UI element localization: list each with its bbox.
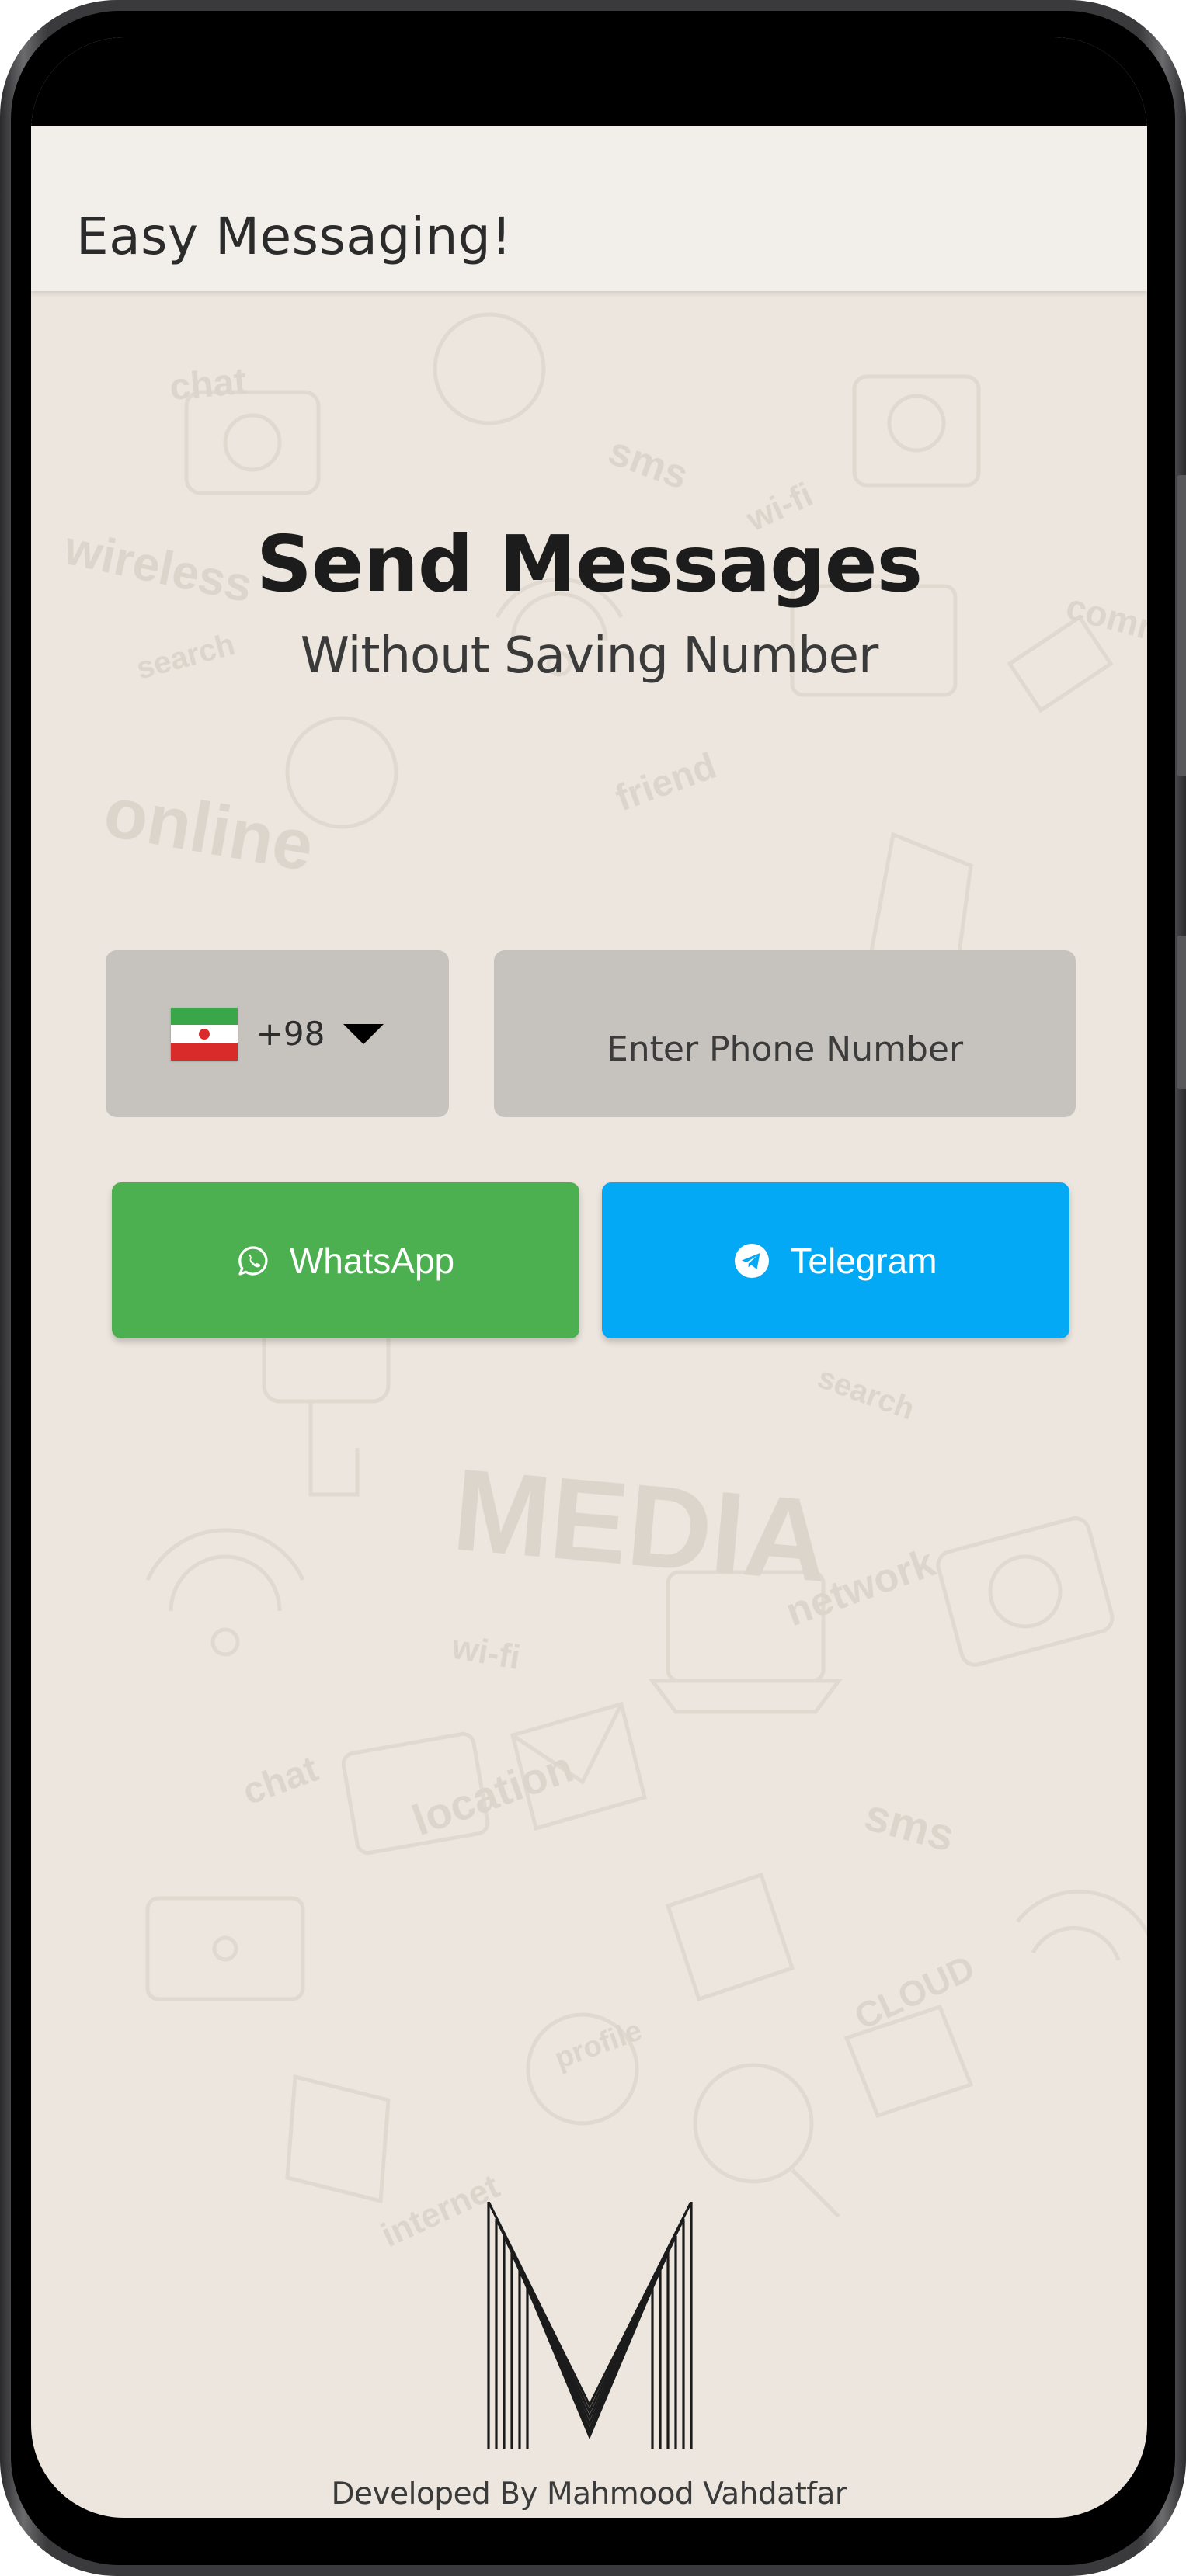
phone-number-input[interactable] [494,950,1076,1117]
telegram-button[interactable]: Telegram [602,1182,1069,1338]
svg-text:wi-fi: wi-fi [448,1627,523,1677]
whatsapp-button-label: WhatsApp [289,1240,455,1281]
whatsapp-button[interactable]: WhatsApp [112,1182,579,1338]
svg-text:CLOUD: CLOUD [848,1947,980,2037]
svg-text:chat: chat [168,361,248,408]
phone-frame: Easy Messaging! chat sms wi-fi wireless … [0,0,1186,2576]
svg-text:location: location [406,1742,579,1845]
main-content: chat sms wi-fi wireless search online co… [31,291,1147,2518]
whatsapp-icon [237,1245,270,1277]
svg-text:MEDIA: MEDIA [448,1444,833,1606]
svg-text:online: online [99,772,319,886]
doodle-background: chat sms wi-fi wireless search online co… [59,312,1147,2255]
telegram-button-label: Telegram [790,1240,937,1281]
app-title: Easy Messaging! [76,207,513,266]
svg-text:sms: sms [603,429,694,498]
hero-heading: Send Messages [256,519,923,609]
screen: Easy Messaging! chat sms wi-fi wireless … [31,37,1147,2518]
iran-flag-icon [170,1007,238,1061]
volume-button [1177,475,1186,776]
svg-text:profile: profile [551,2014,646,2075]
svg-text:friend: friend [610,745,722,819]
svg-text:search: search [813,1360,919,1426]
country-code-picker[interactable]: +98 [106,950,449,1117]
telegram-icon [734,1243,770,1279]
developer-credit: Developed By Mahmood Vahdatfar [331,2477,847,2512]
m-monogram-logo [487,2202,693,2449]
svg-text:chat: chat [238,1748,324,1814]
svg-text:sms: sms [860,1790,960,1862]
power-button [1177,936,1186,1089]
status-bar [31,37,1147,126]
dial-code: +98 [256,1015,325,1053]
app-bar: Easy Messaging! [31,126,1147,291]
hero-subheading: Without Saving Number [300,627,879,685]
caret-down-icon [343,1023,384,1044]
